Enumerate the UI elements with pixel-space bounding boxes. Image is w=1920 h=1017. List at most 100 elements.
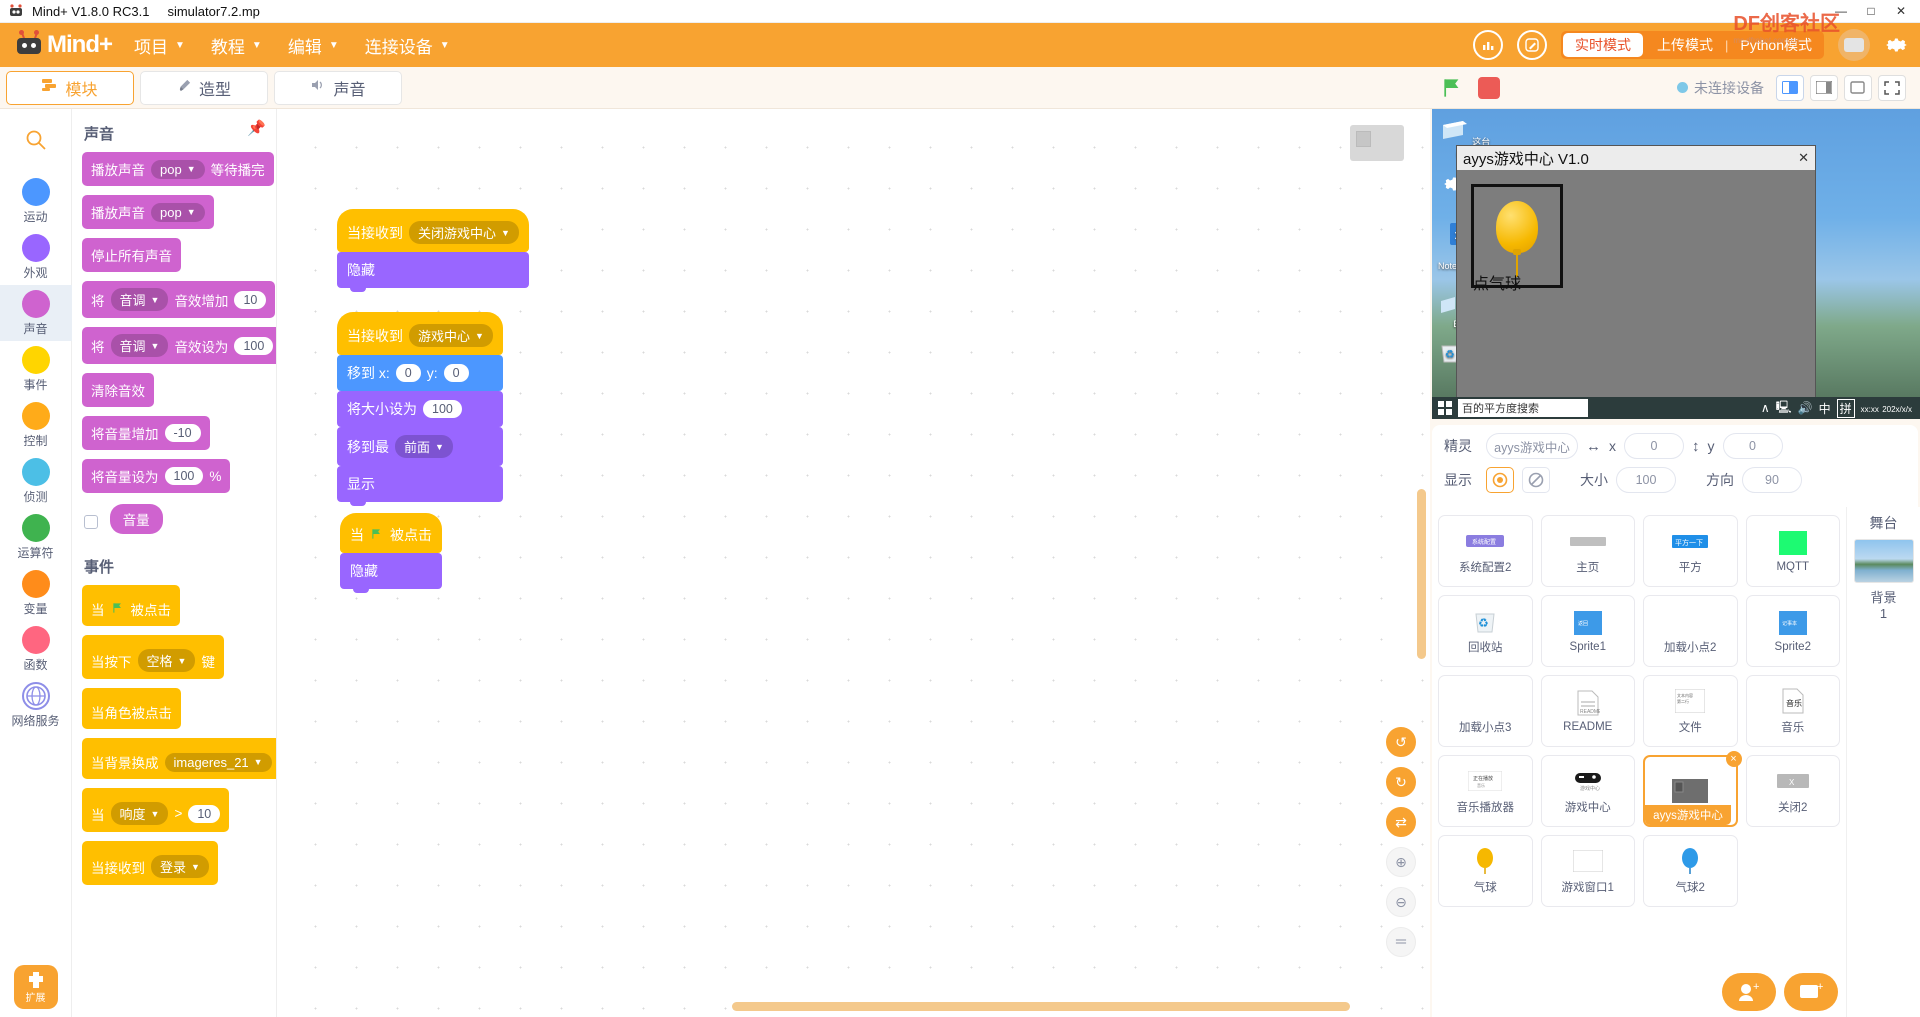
category-events[interactable]: 事件 <box>0 341 72 397</box>
ime-pinyin-icon[interactable]: 拼 <box>1836 398 1855 418</box>
block-set-size-to[interactable]: 将大小设为 100 <box>337 391 503 431</box>
category-sound[interactable]: 声音 <box>0 285 72 341</box>
hide-sprite-button[interactable] <box>1522 467 1550 493</box>
chart-icon[interactable] <box>1473 30 1504 60</box>
block-clear-sound-effects[interactable]: 清除音效 <box>82 373 154 407</box>
block-change-effect-by[interactable]: 将 音调 ▼ 音效增加 10 <box>82 281 276 318</box>
add-sprite-button[interactable]: + <box>1722 973 1776 1011</box>
chevron-up-icon[interactable]: ∧ <box>1761 401 1770 415</box>
sprite-list[interactable]: 系统配置 系统配置2 主页 平方一下 平方 MQTT ♻ 回收站 返回 Spri… <box>1432 507 1846 1017</box>
category-motion[interactable]: 运动 <box>0 173 72 229</box>
sprite-card[interactable]: 游戏窗口1 <box>1540 835 1635 907</box>
sprite-card[interactable]: × ayys游戏中心 <box>1643 751 1742 827</box>
block-when-key-pressed[interactable]: 当按下 空格 ▼ 键 <box>82 635 224 679</box>
tab-sounds[interactable]: 声音 <box>274 70 402 105</box>
add-backdrop-button[interactable]: + <box>1784 973 1838 1011</box>
delete-sprite-icon[interactable]: × <box>1725 751 1742 767</box>
script-on-close-game-center[interactable]: 当接收到 关闭游戏中心 ▼ 隐藏 <box>337 209 529 292</box>
volume-checkbox[interactable] <box>84 514 98 529</box>
sprite-card[interactable]: 加载小点2 <box>1643 595 1738 667</box>
number-input[interactable]: 10 <box>188 804 221 823</box>
sensor-dropdown[interactable]: 响度 ▼ <box>110 802 169 825</box>
game-center-window[interactable]: ayys游戏中心 V1.0 ✕ 点气球 <box>1456 145 1816 417</box>
tab-blocks[interactable]: 模块 <box>6 70 134 105</box>
backdrop-dropdown[interactable]: imageres_21 ▼ <box>164 752 272 772</box>
block-go-to-layer[interactable]: 移到最 前面 ▼ <box>337 427 503 470</box>
pin-icon[interactable]: 📌 <box>247 119 266 137</box>
effect-dropdown[interactable]: 音调 ▼ <box>110 288 169 311</box>
category-variables[interactable]: 变量 <box>0 565 72 621</box>
sound-dropdown[interactable]: pop ▼ <box>151 159 205 179</box>
sort-blocks-icon[interactable]: ⇄ <box>1386 807 1416 837</box>
show-sprite-button[interactable] <box>1486 467 1514 493</box>
redo-icon[interactable]: ↻ <box>1386 767 1416 797</box>
tab-costumes[interactable]: 造型 <box>140 70 268 105</box>
category-operators[interactable]: 运算符 <box>0 509 72 565</box>
close-button[interactable]: ✕ <box>1886 0 1916 23</box>
sprite-card[interactable]: 正在播放 音乐 音乐播放器 <box>1438 755 1533 827</box>
script-on-flag-clicked[interactable]: 当 被点击 隐藏 <box>340 513 442 593</box>
block-when-flag-clicked[interactable]: 当 被点击 <box>82 585 180 626</box>
block-change-volume-by[interactable]: 将音量增加 -10 <box>82 416 210 450</box>
gear-icon[interactable] <box>1884 32 1910 58</box>
close-icon[interactable]: ✕ <box>1798 150 1809 166</box>
menu-item-connect-device[interactable]: 连接设备 ▼ <box>365 33 450 58</box>
sprite-card[interactable]: 返回 Sprite1 <box>1540 595 1635 667</box>
y-input[interactable]: 0 <box>1722 433 1783 459</box>
message-dropdown[interactable]: 关闭游戏中心 ▼ <box>409 221 519 244</box>
menu-item-edit[interactable]: 编辑 ▼ <box>288 33 339 58</box>
script-canvas[interactable]: 当接收到 关闭游戏中心 ▼ 隐藏 当接收到 游戏中心 ▼ 移到 x: 0 y: 0 <box>277 109 1430 1017</box>
network-icon[interactable]: 🖳 <box>1776 398 1792 419</box>
block-hide[interactable]: 隐藏 <box>337 252 529 292</box>
sound-dropdown[interactable]: pop ▼ <box>151 202 205 222</box>
category-control[interactable]: 控制 <box>0 397 72 453</box>
category-sensing[interactable]: 侦测 <box>0 453 72 509</box>
block-volume-reporter[interactable]: 音量 <box>109 504 163 534</box>
y-input[interactable]: 0 <box>443 364 469 382</box>
size-input[interactable]: 100 <box>423 400 462 418</box>
sprite-card[interactable]: MQTT <box>1745 515 1840 587</box>
block-when-loudness-greater-than[interactable]: 当 响度 ▼ > 10 <box>82 788 230 832</box>
block-set-volume-to[interactable]: 将音量设为 100 % <box>82 459 231 493</box>
stage-display[interactable]: 这台电脑 设置 :( :( Notepad Fast <box>1432 109 1920 419</box>
sprite-card[interactable]: 气球 <box>1438 835 1533 907</box>
x-input[interactable]: 0 <box>1624 433 1684 459</box>
edit-icon[interactable] <box>1517 30 1548 60</box>
key-dropdown[interactable]: 空格 ▼ <box>137 649 196 672</box>
sprite-card[interactable]: X 关闭2 <box>1745 755 1840 827</box>
avatar[interactable] <box>1838 29 1870 61</box>
mode-upload[interactable]: 上传模式 <box>1645 31 1725 59</box>
block-when-sprite-clicked[interactable]: 当角色被点击 <box>82 688 181 729</box>
sprite-card[interactable]: 系统配置 系统配置2 <box>1438 515 1533 587</box>
message-dropdown[interactable]: 游戏中心 ▼ <box>409 324 493 347</box>
number-input[interactable]: -10 <box>164 424 201 442</box>
sprite-card[interactable]: 平方一下 平方 <box>1643 515 1738 587</box>
sprite-name-input[interactable]: ayys游戏中心 <box>1486 433 1578 459</box>
sprite-card[interactable]: 记事本 Sprite2 <box>1745 595 1840 667</box>
category-functions[interactable]: 函数 <box>0 621 72 677</box>
message-dropdown[interactable]: 登录 ▼ <box>151 855 209 878</box>
sprite-card[interactable]: 气球2 <box>1643 835 1738 907</box>
large-stage-layout-button[interactable] <box>1844 74 1872 101</box>
block-palette[interactable]: 📌 声音 播放声音 pop ▼ 等待播完 播放声音 pop ▼ 停止所有声音 将 音… <box>72 109 277 1017</box>
zoom-out-icon[interactable]: ⊖ <box>1386 887 1416 917</box>
block-play-sound-until-done[interactable]: 播放声音 pop ▼ 等待播完 <box>82 152 274 186</box>
zoom-in-icon[interactable]: ⊕ <box>1386 847 1416 877</box>
number-input[interactable]: 100 <box>164 467 204 485</box>
x-input[interactable]: 0 <box>395 364 421 382</box>
block-set-effect-to[interactable]: 将 音调 ▼ 音效设为 100 <box>82 327 276 364</box>
menu-item-project[interactable]: 项目 ▼ <box>134 33 185 58</box>
sprite-card[interactable]: README README <box>1540 675 1635 747</box>
extensions-button[interactable]: 扩展 <box>13 965 58 1009</box>
layer-dropdown[interactable]: 前面 ▼ <box>395 435 453 458</box>
direction-input[interactable]: 90 <box>1742 467 1802 493</box>
sprite-card[interactable]: 游戏中心 游戏中心 <box>1540 755 1635 827</box>
block-go-to-xy[interactable]: 移到 x: 0 y: 0 <box>337 355 503 395</box>
block-show[interactable]: 显示 <box>337 466 503 506</box>
number-input[interactable]: 100 <box>234 336 274 355</box>
block-when-backdrop-switches[interactable]: 当背景换成 imageres_21 ▼ <box>82 738 276 779</box>
fullscreen-button[interactable] <box>1878 74 1906 101</box>
undo-icon[interactable]: ↺ <box>1386 727 1416 757</box>
stage-selector[interactable]: 舞台 背景 1 <box>1846 507 1920 1017</box>
effect-dropdown[interactable]: 音调 ▼ <box>110 334 169 357</box>
